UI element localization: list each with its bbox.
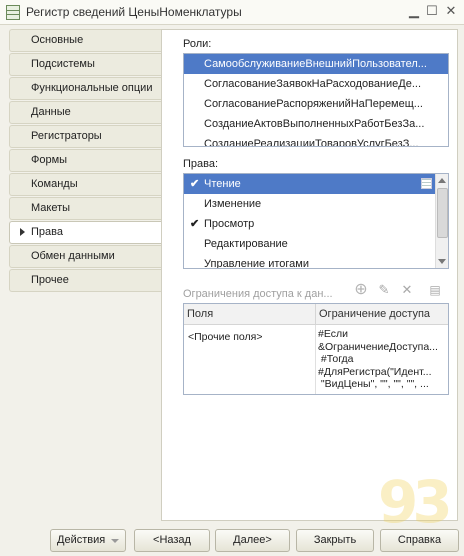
- condition-cell[interactable]: #Если &ОграничениеДоступа... #Тогда #Для…: [318, 328, 446, 394]
- rights-scrollbar[interactable]: [435, 174, 448, 268]
- tab-podsistemy[interactable]: Подсистемы: [9, 53, 161, 76]
- tab-osnovnye[interactable]: Основные: [9, 29, 161, 52]
- rights-label: Права:: [183, 158, 219, 170]
- window-title: Регистр сведений ЦеныНоменклатуры: [26, 5, 242, 19]
- tab-prava[interactable]: Права: [9, 221, 161, 244]
- tab-dannye[interactable]: Данные: [9, 101, 161, 124]
- register-icon: [6, 5, 20, 20]
- add-icon[interactable]: ⊕: [353, 282, 369, 298]
- column-header-fields[interactable]: Поля: [184, 304, 316, 325]
- tab-label: Подсистемы: [31, 58, 95, 70]
- checkmark-icon[interactable]: ✔: [190, 174, 199, 194]
- right-item-label: Чтение: [204, 178, 241, 190]
- maximize-icon[interactable]: ☐: [424, 3, 440, 19]
- right-item[interactable]: Управление итогами: [184, 254, 448, 269]
- right-item[interactable]: ✔ Чтение: [184, 174, 448, 194]
- edit-pencil-icon[interactable]: ✎: [376, 282, 392, 298]
- role-item-label: СамообслуживаниеВнешнийПользовател...: [204, 58, 427, 70]
- tab-label: Права: [31, 226, 63, 238]
- grid-icon[interactable]: [421, 178, 432, 189]
- actions-dropdown[interactable]: Действия: [50, 529, 126, 552]
- column-header-access[interactable]: Ограничение доступа: [316, 304, 448, 325]
- role-item[interactable]: СогласованиеРаспоряженийНаПеремещ...: [184, 94, 448, 114]
- right-item[interactable]: ✔ Просмотр: [184, 214, 448, 234]
- role-item[interactable]: СозданиеАктовВыполненныхРаботБезЗа...: [184, 114, 448, 134]
- column-divider: [315, 325, 316, 394]
- right-item[interactable]: Изменение: [184, 194, 448, 214]
- tab-label: Прочее: [31, 274, 69, 286]
- tab-label: Основные: [31, 34, 84, 46]
- tab-prochee[interactable]: Прочее: [9, 269, 161, 292]
- chevron-down-icon: [111, 539, 119, 543]
- role-item-label: СозданиеРеализацииТоваровУслугБезЗ...: [204, 138, 419, 147]
- checkmark-icon[interactable]: ✔: [190, 214, 199, 234]
- right-item-label: Управление итогами: [204, 258, 309, 269]
- actions-label: Действия: [57, 534, 106, 546]
- right-item[interactable]: Редактирование: [184, 234, 448, 254]
- scroll-down-icon[interactable]: [438, 259, 446, 264]
- next-button[interactable]: Далее>: [215, 529, 290, 552]
- scroll-up-icon[interactable]: [438, 178, 446, 183]
- list-settings-icon[interactable]: ▤: [427, 282, 443, 298]
- tab-komandy[interactable]: Команды: [9, 173, 161, 196]
- tab-registratory[interactable]: Регистраторы: [9, 125, 161, 148]
- role-item[interactable]: СогласованиеЗаявокНаРасходованиеДе...: [184, 74, 448, 94]
- tab-funktsionalnye-optsii[interactable]: Функциональные опции: [9, 77, 161, 100]
- tab-label: Регистраторы: [31, 130, 102, 142]
- minimize-icon[interactable]: ▁: [406, 3, 422, 19]
- tab-label: Обмен данными: [31, 250, 115, 262]
- tab-label: Данные: [31, 106, 71, 118]
- field-cell[interactable]: <Прочие поля>: [188, 331, 313, 344]
- active-tab-arrow-icon: [20, 228, 25, 236]
- back-button[interactable]: <Назад: [134, 529, 210, 552]
- restrictions-label: Ограничения доступа к дан...: [183, 288, 333, 300]
- role-item-label: СогласованиеЗаявокНаРасходованиеДе...: [204, 78, 422, 90]
- roles-list[interactable]: СамообслуживаниеВнешнийПользовател... Со…: [183, 53, 449, 147]
- right-item-label: Просмотр: [204, 218, 255, 230]
- tab-label: Команды: [31, 178, 78, 190]
- roles-label: Роли:: [183, 38, 212, 50]
- right-item-label: Редактирование: [204, 238, 288, 250]
- tab-label: Формы: [31, 154, 68, 166]
- restrictions-table: Поля Ограничение доступа <Прочие поля> #…: [183, 303, 449, 395]
- close-button[interactable]: Закрыть: [296, 529, 374, 552]
- close-icon[interactable]: ✕: [443, 3, 459, 19]
- delete-icon[interactable]: ✕: [399, 282, 415, 298]
- tab-list: Основные Подсистемы Функциональные опции…: [9, 29, 161, 293]
- tab-makety[interactable]: Макеты: [9, 197, 161, 220]
- tab-label: Макеты: [31, 202, 71, 214]
- role-item[interactable]: СамообслуживаниеВнешнийПользовател...: [184, 54, 448, 74]
- title-bar: Регистр сведений ЦеныНоменклатуры ▁ ☐ ✕: [0, 0, 464, 25]
- help-button[interactable]: Справка: [380, 529, 459, 552]
- tab-obmen-dannymi[interactable]: Обмен данными: [9, 245, 161, 268]
- watermark: 93: [378, 468, 453, 536]
- rights-list[interactable]: ✔ Чтение Изменение ✔ Просмотр Редактирован…: [183, 173, 449, 269]
- role-item-label: СозданиеАктовВыполненныхРаботБезЗа...: [204, 118, 425, 130]
- right-item-label: Изменение: [204, 198, 262, 210]
- role-item-label: СогласованиеРаспоряженийНаПеремещ...: [204, 98, 423, 110]
- role-item[interactable]: СозданиеРеализацииТоваровУслугБезЗ...: [184, 134, 448, 147]
- scroll-thumb[interactable]: [437, 188, 448, 238]
- tab-label: Функциональные опции: [31, 82, 153, 94]
- tab-formy[interactable]: Формы: [9, 149, 161, 172]
